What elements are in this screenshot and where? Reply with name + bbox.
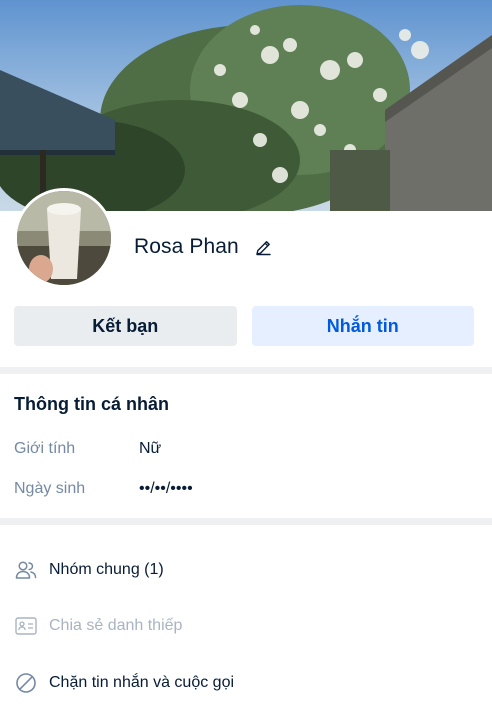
common-groups-item[interactable]: Nhóm chung (1) bbox=[14, 558, 164, 581]
personal-info-title: Thông tin cá nhân bbox=[14, 394, 169, 414]
birthday-label: Ngày sinh bbox=[14, 480, 86, 497]
birthday-row: Ngày sinh ••/••/•••• bbox=[14, 480, 193, 498]
gender-label: Giới tính bbox=[14, 440, 76, 457]
avatar-image bbox=[17, 191, 111, 285]
share-contact-card-label: Chia sẻ danh thiếp bbox=[49, 616, 183, 634]
pencil-icon bbox=[256, 240, 272, 255]
section-divider bbox=[0, 518, 492, 525]
profile-name: Rosa Phan bbox=[134, 235, 239, 258]
add-friend-button[interactable]: Kết bạn bbox=[14, 306, 237, 346]
section-divider bbox=[0, 367, 492, 374]
contact-card-icon bbox=[14, 614, 37, 637]
gender-value: Nữ bbox=[139, 440, 162, 457]
share-contact-card-item[interactable]: Chia sẻ danh thiếp bbox=[14, 614, 182, 637]
block-messages-calls-label: Chặn tin nhắn và cuộc gọi bbox=[49, 673, 235, 691]
gender-row: Giới tính Nữ bbox=[14, 440, 161, 458]
cover-photo-image bbox=[0, 0, 492, 211]
edit-name-button[interactable] bbox=[253, 236, 275, 258]
block-icon bbox=[14, 671, 37, 694]
birthday-value: ••/••/•••• bbox=[139, 480, 193, 497]
common-groups-label: Nhóm chung (1) bbox=[49, 560, 164, 578]
cover-photo[interactable] bbox=[0, 0, 492, 211]
users-icon bbox=[14, 558, 37, 581]
avatar[interactable] bbox=[14, 188, 114, 288]
block-messages-calls-item[interactable]: Chặn tin nhắn và cuộc gọi bbox=[14, 671, 234, 694]
message-button[interactable]: Nhắn tin bbox=[251, 306, 474, 346]
